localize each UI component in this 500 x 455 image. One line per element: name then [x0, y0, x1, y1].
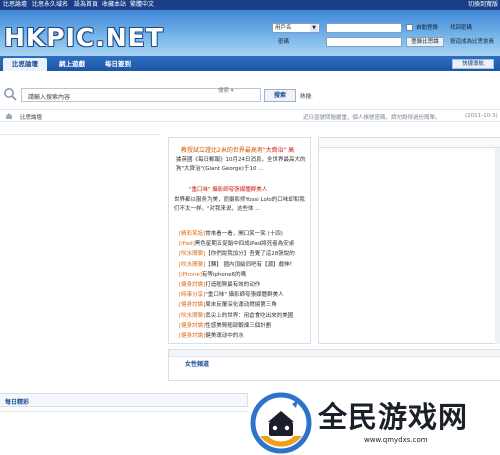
- list-item[interactable]: [精彩笑話]常來看一看，開口笑一笑 (十四): [179, 229, 309, 239]
- top-link-bookmark[interactable]: 收藏本站: [102, 1, 126, 9]
- divider: [0, 411, 248, 412]
- announcement-date: (2011-10-3): [465, 113, 498, 119]
- section-box: 女性頻道: [168, 349, 500, 381]
- thread-list: [精彩笑話]常來看一看，開口笑一笑 (十四) [iPad]黑色星期五促銷中四成i…: [179, 229, 309, 341]
- right-panel: [318, 137, 500, 344]
- search-type-select[interactable]: 搜索 ▾: [218, 88, 234, 95]
- quick-nav-button[interactable]: 快捷導航: [452, 59, 494, 69]
- auto-login-label: 自動登錄: [416, 25, 439, 31]
- right-panel-header: [319, 138, 500, 148]
- tab-daily-checkin[interactable]: 每日簽到: [96, 58, 140, 71]
- featured-summary-2: 世界都以服务为美，而摄影师Yossi Lolo的口味却和我们不太一样。"对我来说…: [174, 197, 305, 212]
- main-nav: 比思論壇 網上遊戲 每日簽到 快捷導航: [0, 56, 500, 71]
- password-input[interactable]: [326, 37, 402, 47]
- hot-search-label: 熱搜:: [300, 94, 313, 100]
- search-icon: [4, 88, 17, 101]
- daily-highlights-header: 每日精彩: [0, 393, 248, 407]
- breadcrumb: 比思論壇 近日盜號問題嚴重，個人帳號密碼，請勿設得過份簡單。 (2011-10-…: [0, 109, 500, 122]
- list-item[interactable]: [吹水閒聊]【轉】 國內頂級同吧有【潮】戲伸！: [179, 260, 309, 270]
- top-bar: 比思論壇 比思永久域名 設為首頁 收藏本站 繁體中文 切換到寬版: [0, 0, 500, 10]
- watermark-logo-icon: [250, 392, 312, 454]
- featured-panel: 教授試立證比2米的世界最高男"大齊治" 高 據英國《每日郵報》10月24日消息，…: [168, 137, 311, 344]
- featured-title-2[interactable]: "重口味" 攝影師夸張媒體群美人: [189, 185, 267, 193]
- featured-summary: 據英國《每日郵報》10月24日消息，全世界最高大的狗"大齊治"(Giant Ge…: [176, 157, 306, 172]
- list-item[interactable]: [iPad]黑色星期五促銷中四成iPad將死者為安桌: [179, 239, 309, 249]
- list-item[interactable]: [吹水閒聊]【你們說我加分】吾覺了這28張說的: [179, 249, 309, 259]
- daily-highlights-title[interactable]: 每日精彩: [5, 397, 29, 406]
- site-logo[interactable]: HKPIC.NET: [4, 23, 164, 52]
- home-icon[interactable]: [5, 112, 13, 120]
- auto-login-checkbox[interactable]: [406, 24, 413, 31]
- search-button[interactable]: 搜索: [264, 89, 296, 102]
- login-button[interactable]: 登錄比思論: [406, 37, 444, 47]
- section-box-header: [169, 350, 500, 357]
- divider: [0, 134, 160, 135]
- list-item[interactable]: [健身討論]打造翹臀最有效的动作: [179, 280, 309, 290]
- featured-title[interactable]: 教授試立證比2米的世界最高男"大齊治" 高: [181, 145, 294, 154]
- username-input[interactable]: [326, 23, 402, 33]
- watermark-url: www.qmydxs.com: [364, 436, 428, 444]
- announcement-text[interactable]: 近日盜號問題嚴重，個人帳號密碼，請勿設得過份簡單。: [303, 113, 441, 121]
- breadcrumb-current[interactable]: 比思論壇: [20, 113, 42, 121]
- list-item[interactable]: [吹水閒聊]丟尖上的世界：用倉食吃出來的美國: [179, 311, 309, 321]
- tab-forum[interactable]: 比思論壇: [3, 58, 47, 71]
- list-item[interactable]: [時事分享]"重口味" 攝影師夸張媒體群美人: [179, 290, 309, 300]
- username-type-select[interactable]: 用戶名 ▼: [272, 23, 320, 33]
- top-link-homepage[interactable]: 設為首頁: [74, 1, 98, 9]
- find-password-link[interactable]: 找回密碼: [450, 24, 472, 32]
- top-link-wide[interactable]: 切換到寬版: [468, 1, 498, 9]
- section-title[interactable]: 女性頻道: [185, 359, 209, 368]
- password-label: 密碼: [278, 39, 290, 45]
- register-link[interactable]: 按這成為比思會員: [450, 38, 494, 46]
- watermark-text: 全民游戏网: [318, 400, 469, 434]
- chevron-down-icon: ▼: [310, 24, 318, 32]
- top-link-domain[interactable]: 比思永久域名: [32, 1, 68, 9]
- top-link-forum[interactable]: 比思論壇: [3, 1, 27, 9]
- list-item[interactable]: [健身討論]周末反覆深化運动燃燒第三角: [179, 300, 309, 310]
- top-link-traditional[interactable]: 繁體中文: [130, 1, 154, 9]
- scrollbar[interactable]: [495, 148, 500, 344]
- list-item[interactable]: [iPhone]有等iphone6的嗎: [179, 270, 309, 280]
- list-item[interactable]: [健身討論]性感美臀翹部鍛煉三個計劃: [179, 321, 309, 331]
- list-item[interactable]: [健身討論]健美運动中的水: [179, 331, 309, 341]
- site-header: HKPIC.NET 用戶名 ▼ 自動登錄 找回密碼 密碼 登錄比思論 按這成為比…: [0, 10, 500, 56]
- search-bar: 請輸入搜索內容 搜索 ▾ 搜索 熱搜:: [0, 84, 500, 106]
- tab-online-games[interactable]: 網上遊戲: [50, 58, 94, 71]
